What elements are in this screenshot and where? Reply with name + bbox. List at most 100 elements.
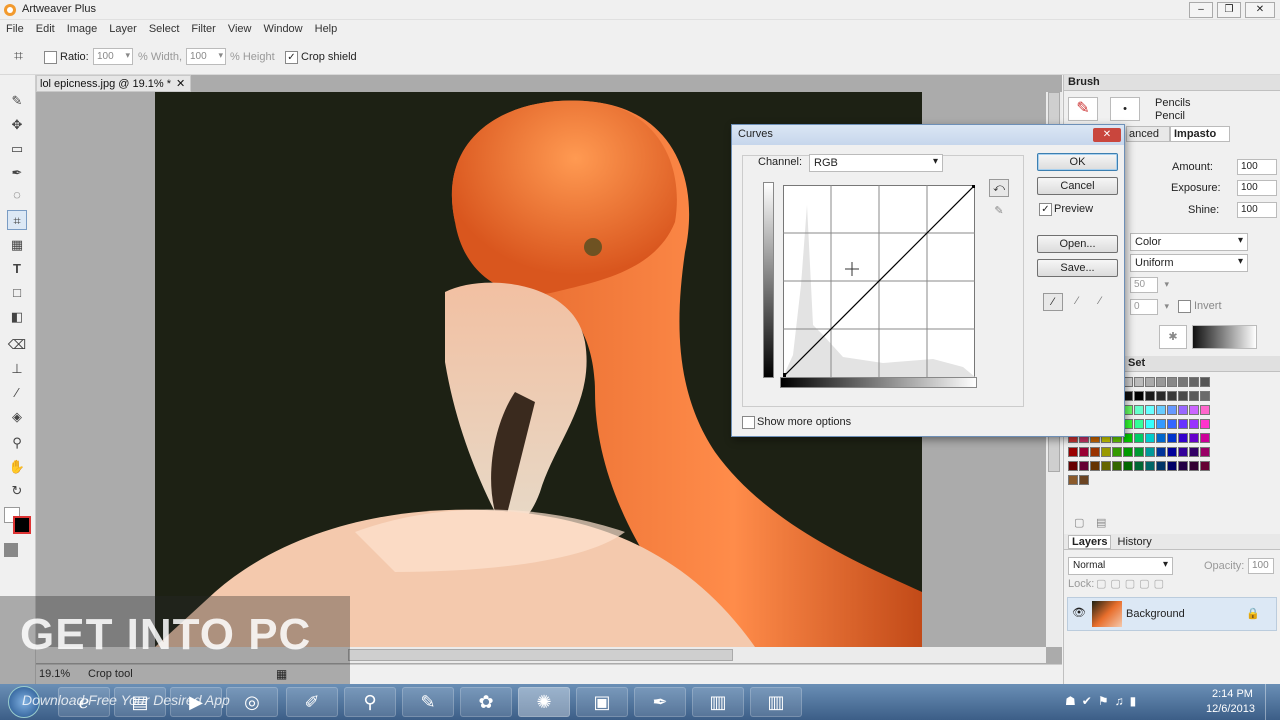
color-swatch[interactable] [1189, 377, 1199, 387]
blend-mode-select[interactable]: Normal [1068, 557, 1173, 575]
color-swatch[interactable] [1156, 447, 1166, 457]
color-swatch[interactable] [1200, 419, 1210, 429]
preview-checkbox[interactable]: ✓ [1039, 203, 1052, 216]
exposure-input[interactable]: 100 [1237, 180, 1277, 196]
visibility-eye-icon[interactable]: 👁 [1072, 606, 1086, 619]
amount-input[interactable]: 100 [1237, 159, 1277, 175]
color-swatch[interactable] [1101, 447, 1111, 457]
taskbar-app4-icon[interactable]: ▥ [750, 687, 802, 717]
color-swatch[interactable] [1189, 419, 1199, 429]
lock-options-icon[interactable]: ▢▢▢▢▢ [1096, 577, 1168, 590]
pen-tool-icon[interactable]: ✒ [7, 163, 27, 183]
tab-advanced[interactable]: anced [1126, 126, 1170, 142]
color-swatch[interactable] [1134, 461, 1144, 471]
color-swatch[interactable] [1079, 461, 1089, 471]
color-swatch[interactable] [1156, 461, 1166, 471]
color-swatch[interactable] [1200, 447, 1210, 457]
menu-file[interactable]: File [0, 20, 30, 38]
rotate-view-tool-icon[interactable]: ↻ [7, 481, 27, 501]
delete-swatch-icon[interactable]: ▤ [1096, 516, 1106, 529]
fill-tool-icon[interactable]: ◈ [7, 407, 27, 427]
swatches-tab-set[interactable]: Set [1128, 357, 1145, 369]
new-swatch-icon[interactable]: ▢ [1074, 516, 1084, 529]
color-swatch[interactable] [1167, 405, 1177, 415]
color-swatch[interactable] [1112, 461, 1122, 471]
color-swatch[interactable] [1178, 419, 1188, 429]
black-point-eyedropper-icon[interactable]: ⁄ [1043, 293, 1063, 311]
color-mode-select[interactable]: Color [1130, 233, 1248, 251]
foreground-color-swatch[interactable] [13, 516, 31, 534]
crop-tool-icon[interactable]: ⌗ [7, 210, 27, 230]
color-swatch[interactable] [1178, 391, 1188, 401]
color-swatch[interactable] [1145, 391, 1155, 401]
color-swatch[interactable] [1156, 433, 1166, 443]
menu-image[interactable]: Image [61, 20, 104, 38]
brush-tip-selector[interactable]: • [1110, 97, 1140, 121]
cancel-button[interactable]: Cancel [1037, 177, 1118, 195]
gray-point-eyedropper-icon[interactable]: ⁄ [1067, 293, 1087, 311]
color-swatch[interactable] [1178, 405, 1188, 415]
color-swatch[interactable] [1200, 433, 1210, 443]
taskbar-artweaver-icon[interactable]: ✺ [518, 687, 570, 717]
color-swatch[interactable] [1145, 447, 1155, 457]
color-swatch[interactable] [1145, 461, 1155, 471]
color-swatch[interactable] [1167, 391, 1177, 401]
hand-tool-icon[interactable]: ✋ [7, 457, 27, 477]
color-swatch[interactable] [1134, 405, 1144, 415]
color-swatch[interactable] [1156, 405, 1166, 415]
color-swatch[interactable] [1090, 447, 1100, 457]
layer-row-background[interactable]: 👁 Background 🔒 [1067, 597, 1277, 631]
invert-checkbox[interactable] [1178, 300, 1191, 313]
color-swatch[interactable] [1134, 391, 1144, 401]
menu-layer[interactable]: Layer [103, 20, 143, 38]
menu-window[interactable]: Window [258, 20, 309, 38]
taskbar-app2-icon[interactable]: ✒ [634, 687, 686, 717]
color-swatch[interactable] [1068, 475, 1078, 485]
stamp-tool-icon[interactable]: ⊥ [7, 359, 27, 379]
color-swatch[interactable] [1079, 447, 1089, 457]
shape-tool-icon[interactable]: □ [7, 283, 27, 303]
taskbar-search-icon[interactable]: ⚲ [344, 687, 396, 717]
crop-shield-checkbox[interactable]: ✓ [285, 51, 298, 64]
zoom-tool-icon[interactable]: ⚲ [7, 433, 27, 453]
color-swatch[interactable] [1134, 419, 1144, 429]
color-swatch[interactable] [1090, 461, 1100, 471]
color-swatch[interactable] [1123, 447, 1133, 457]
horizontal-scroll-thumb[interactable] [348, 649, 733, 661]
move-tool-icon[interactable]: ✥ [7, 115, 27, 135]
ok-button[interactable]: OK [1037, 153, 1118, 171]
color-swatch[interactable] [1123, 461, 1133, 471]
color-swatch[interactable] [1112, 447, 1122, 457]
color-swatch[interactable] [1145, 433, 1155, 443]
color-swatch[interactable] [1079, 475, 1089, 485]
menu-edit[interactable]: Edit [30, 20, 61, 38]
menu-select[interactable]: Select [143, 20, 186, 38]
color-swatch[interactable] [1200, 391, 1210, 401]
curves-graph[interactable] [783, 185, 975, 377]
gradient-tool-icon[interactable]: ◧ [7, 307, 27, 327]
eyedropper-tool-icon[interactable]: ⁄ [7, 383, 27, 403]
taskbar-brush-icon[interactable]: ✎ [402, 687, 454, 717]
taskbar-picasa-icon[interactable]: ✿ [460, 687, 512, 717]
color-swatch[interactable] [1068, 461, 1078, 471]
rect-select-tool-icon[interactable]: ▭ [7, 139, 27, 159]
document-tab[interactable]: lol epicness.jpg @ 19.1% * ✕ [36, 75, 191, 92]
color-swatch[interactable] [1178, 433, 1188, 443]
layer-opacity-input[interactable]: 100 [1248, 558, 1274, 574]
eraser-tool-icon[interactable]: ⌫ [7, 335, 27, 355]
color-swatch[interactable] [1156, 377, 1166, 387]
show-more-options-checkbox[interactable] [742, 416, 755, 429]
color-swatch[interactable] [1167, 433, 1177, 443]
text-tool-icon[interactable]: T [7, 259, 27, 279]
width-percent-input[interactable]: 100 [93, 48, 133, 65]
perspective-tool-icon[interactable]: ▦ [7, 235, 27, 255]
color-swatch[interactable] [1178, 377, 1188, 387]
color-swatch[interactable] [1145, 405, 1155, 415]
color-swatch[interactable] [1167, 377, 1177, 387]
color-swatch[interactable] [1200, 405, 1210, 415]
close-document-icon[interactable]: ✕ [176, 77, 185, 90]
curve-smooth-tool-icon[interactable]: ⤺ [989, 179, 1009, 197]
color-swatch[interactable] [1189, 447, 1199, 457]
color-swatch[interactable] [1134, 377, 1144, 387]
color-swatch[interactable] [1189, 391, 1199, 401]
